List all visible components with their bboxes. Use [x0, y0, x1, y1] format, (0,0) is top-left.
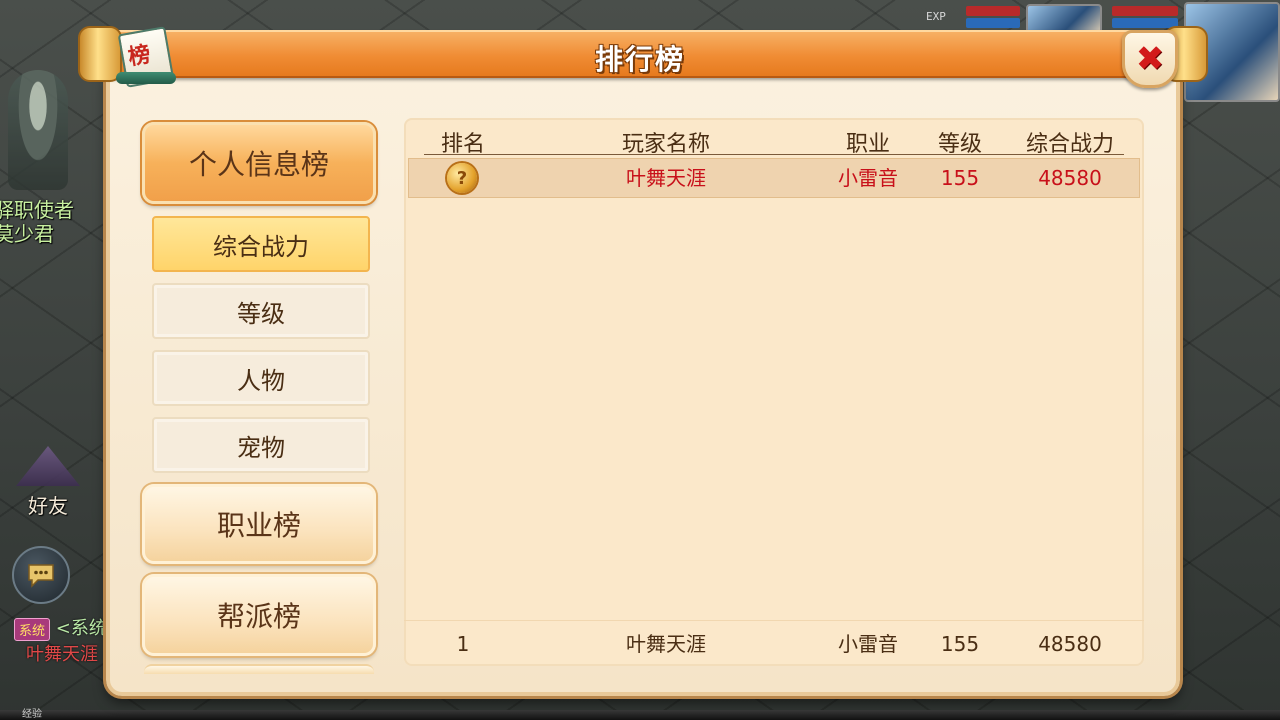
category-personal[interactable]: 个人信息榜 [142, 122, 376, 204]
row-player-name: 叶舞天涯 [626, 166, 706, 190]
header-divider [424, 154, 1124, 155]
chat-button[interactable] [12, 546, 70, 604]
chat-message-line-2: 叶舞天涯 [26, 644, 98, 665]
npc-name-line-1: 驿职使者 [0, 198, 74, 222]
npc-figure[interactable] [8, 70, 68, 190]
player-hp-bar [1112, 6, 1178, 16]
npc-name: 驿职使者 莫少君 [0, 198, 74, 246]
my-rank-position: 1 [456, 632, 470, 656]
subtab-level-label: 等级 [237, 299, 285, 328]
close-icon: ✖ [1135, 39, 1165, 79]
friends-label: 好友 [28, 494, 68, 518]
row-job: 小雷音 [838, 166, 898, 190]
npc-name-line-2: 莫少君 [0, 222, 54, 246]
category-guild-label: 帮派榜 [216, 600, 301, 633]
panel-title: 排行榜 [594, 43, 685, 76]
hp-bar [966, 6, 1020, 16]
my-rank-level: 155 [940, 632, 980, 656]
friend-hat-icon [16, 446, 80, 486]
chat-bubble-icon [28, 564, 54, 588]
player-mp-bar [1112, 18, 1178, 28]
exp-label: EXP [926, 10, 946, 23]
subtab-power-label: 综合战力 [213, 232, 309, 261]
category-guild[interactable]: 帮派榜 [142, 574, 376, 656]
subtab-power[interactable]: 综合战力 [152, 216, 370, 272]
row-level: 155 [940, 166, 980, 190]
friends-button[interactable]: 好友 [12, 446, 88, 522]
my-rank-job: 小雷音 [838, 632, 898, 656]
chat-message-text: <系统 [55, 618, 107, 639]
chat-message[interactable]: 系统 <系统 [14, 614, 107, 641]
subtab-character-label: 人物 [237, 366, 285, 395]
category-personal-label: 个人信息榜 [188, 148, 329, 181]
my-rank-divider [404, 620, 1144, 621]
subtab-character[interactable]: 人物 [152, 350, 370, 406]
ranking-badge-icon: 榜 [116, 26, 176, 88]
row-power: 48580 [1038, 166, 1102, 190]
my-rank-power: 48580 [1038, 632, 1102, 656]
subtab-pet[interactable]: 宠物 [152, 417, 370, 473]
exp-strip-label: 经验 [22, 709, 42, 720]
category-next-peek[interactable] [144, 664, 374, 674]
my-rank-name: 叶舞天涯 [626, 632, 706, 656]
gold-medal-icon: ? [447, 163, 477, 193]
system-badge: 系统 [14, 617, 51, 641]
category-profession-label: 职业榜 [216, 509, 301, 542]
category-profession[interactable]: 职业榜 [142, 484, 376, 564]
exp-strip [0, 710, 1280, 720]
mp-bar [966, 18, 1020, 28]
badge-ribbon [116, 72, 176, 84]
close-button[interactable]: ✖ [1122, 30, 1178, 88]
subtab-level[interactable]: 等级 [152, 283, 370, 339]
ranking-table [404, 118, 1144, 666]
subtab-pet-label: 宠物 [237, 433, 285, 462]
